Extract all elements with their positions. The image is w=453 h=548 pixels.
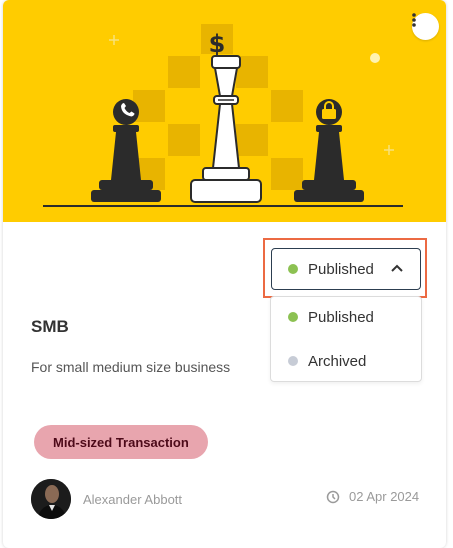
status-dropdown[interactable]: Published xyxy=(271,248,421,290)
kebab-icon xyxy=(412,13,416,27)
dollar-icon: $ xyxy=(209,30,226,58)
author-name: Alexander Abbott xyxy=(83,492,183,507)
tag-badge: Mid-sized Transaction xyxy=(34,425,208,459)
date-info: 02 Apr 2024 xyxy=(326,489,419,504)
status-dot xyxy=(288,356,298,366)
svg-text:$: $ xyxy=(209,30,226,58)
status-menu: Published Archived xyxy=(270,296,422,382)
status-dot xyxy=(288,312,298,322)
card-description: For small medium size business xyxy=(31,359,231,375)
status-option-label: Published xyxy=(308,308,374,326)
more-options-button[interactable] xyxy=(412,13,439,40)
chess-illustration: $ xyxy=(43,24,403,207)
status-option-archived[interactable]: Archived xyxy=(271,343,421,379)
status-option-published[interactable]: Published xyxy=(271,299,421,335)
status-option-label: Archived xyxy=(308,352,367,370)
status-selected-label: Published xyxy=(308,260,374,278)
card-date: 02 Apr 2024 xyxy=(349,489,420,504)
avatar-image xyxy=(31,479,71,519)
avatar xyxy=(31,479,71,519)
clock-icon xyxy=(326,490,340,503)
card-title: SMB xyxy=(31,317,69,336)
chevron-up-icon xyxy=(391,264,403,272)
status-dot xyxy=(288,264,298,274)
template-card[interactable]: $ Published Published Archived SMB For s… xyxy=(3,0,446,548)
hero-illustration: $ xyxy=(3,0,446,222)
status-highlight: Published xyxy=(263,238,427,298)
